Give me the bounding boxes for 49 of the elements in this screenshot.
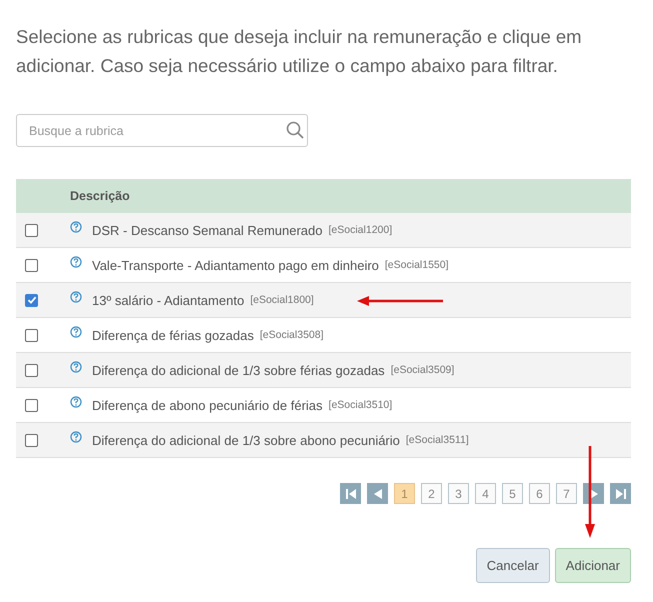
arrow-icon: [585, 446, 595, 538]
search-field[interactable]: Busque a rubrica: [16, 114, 308, 147]
previous-page-button[interactable]: [367, 483, 388, 504]
help-icon[interactable]: [70, 326, 82, 338]
help-icon[interactable]: [70, 221, 82, 233]
item-code: [eSocial3509]: [390, 364, 454, 376]
help-icon[interactable]: [70, 256, 82, 268]
page-button[interactable]: 4: [475, 483, 496, 504]
help-icon[interactable]: [70, 396, 82, 408]
last-page-button[interactable]: [610, 483, 631, 504]
item-code: [eSocial1200]: [328, 224, 392, 236]
item-name: Diferença de férias gozadas: [92, 328, 254, 342]
first-page-icon: [344, 488, 356, 500]
item-name: Diferença de abono pecuniário de férias: [92, 398, 323, 412]
checkbox[interactable]: [25, 398, 38, 412]
checkbox[interactable]: [25, 224, 38, 236]
help-icon[interactable]: [70, 291, 82, 303]
help-icon[interactable]: [70, 361, 82, 373]
last-page-icon: [614, 488, 626, 500]
page-button[interactable]: 3: [448, 483, 469, 504]
column-header: Descrição: [70, 189, 130, 203]
item-code: [eSocial3510]: [328, 399, 392, 411]
checkbox[interactable]: [25, 328, 38, 342]
item-code: [eSocial1550]: [384, 259, 449, 271]
item-name: Diferença do adicional de 1/3 sobre abono pecuniário: [92, 432, 400, 448]
item-code: [eSocial3508]: [260, 329, 324, 341]
search-icon: [286, 121, 304, 139]
page-button[interactable]: 5: [502, 483, 523, 504]
item-name: DSR - Descanso Semanal Remunerado: [92, 222, 322, 238]
page-button[interactable]: 2: [421, 483, 442, 504]
instruction-text: Selecione as rubricas que deseja incluir na remuneração e clique em adicionar. Caso seja necessário utilize o campo abaixo para filtrar.: [16, 25, 583, 78]
item-name: 13º salário - Adiantamento: [92, 292, 244, 308]
item-code: [eSocial1800]: [250, 294, 314, 306]
item-name: Vale-Transporte - Adiantamento pago em dinheiro: [92, 258, 379, 272]
arrow-icon: [357, 296, 443, 306]
item-code: [eSocial3511]: [406, 434, 469, 446]
checkbox[interactable]: [25, 258, 38, 272]
add-button[interactable]: Adicionar: [554, 548, 631, 583]
page-button[interactable]: 6: [529, 483, 550, 504]
item-name: Diferença do adicional de 1/3 sobre férias gozadas: [92, 362, 385, 378]
previous-page-icon: [372, 488, 384, 500]
page-button[interactable]: 7: [556, 483, 577, 504]
page-button[interactable]: 1: [394, 483, 415, 504]
checkbox[interactable]: [25, 364, 38, 376]
first-page-button[interactable]: [340, 483, 361, 504]
checkbox[interactable]: [25, 294, 38, 306]
help-icon[interactable]: [70, 431, 82, 443]
checkbox[interactable]: [25, 434, 38, 446]
cancel-button[interactable]: Cancelar: [476, 548, 550, 583]
